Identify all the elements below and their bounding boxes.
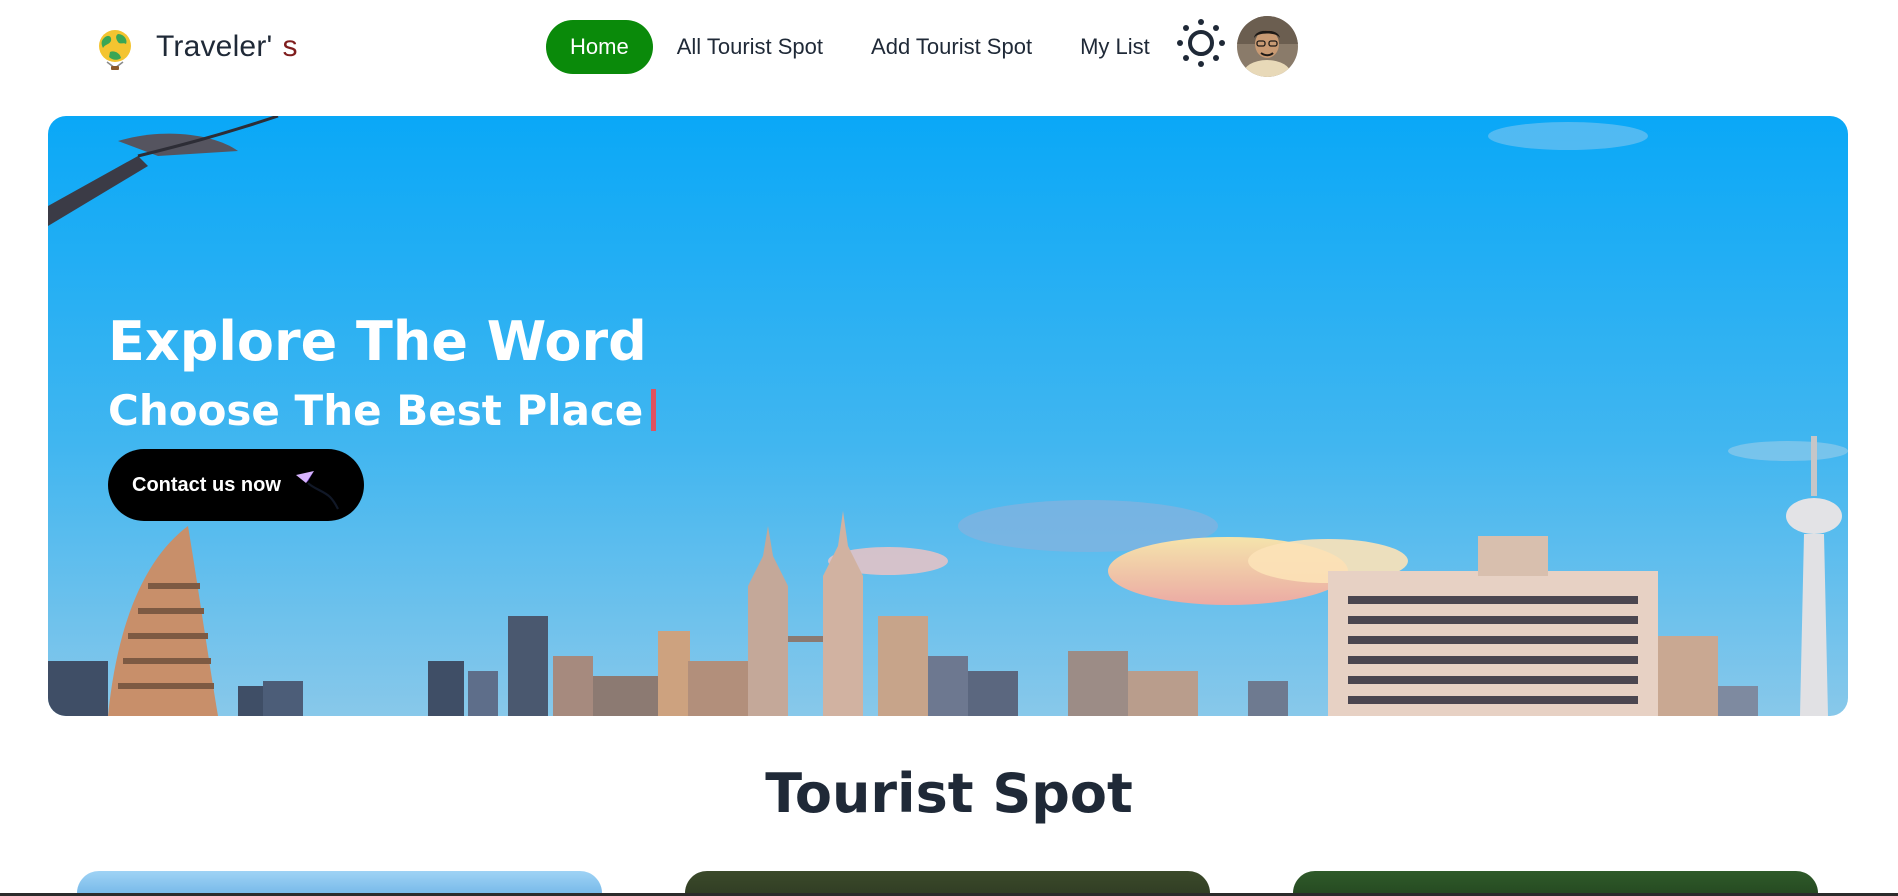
main-nav: Home All Tourist Spot Add Tourist Spot M… xyxy=(546,20,1174,74)
nav-add-tourist-spot[interactable]: Add Tourist Spot xyxy=(847,20,1056,74)
typing-cursor xyxy=(651,389,657,431)
navbar: Traveler' s Home All Tourist Spot Add Tou… xyxy=(0,0,1898,100)
nav-my-list[interactable]: My List xyxy=(1056,20,1174,74)
brand-name[interactable]: Traveler' s xyxy=(156,30,298,64)
hero-title: Explore The Word xyxy=(108,310,647,373)
nav-home[interactable]: Home xyxy=(546,20,653,74)
hero-subtitle-text: Choose The Best Place xyxy=(108,386,644,435)
sun-icon[interactable] xyxy=(1175,17,1227,69)
contact-button[interactable]: Contact us now xyxy=(108,449,364,521)
section-title: Tourist Spot xyxy=(765,762,1133,825)
hero-banner: Explore The Word Choose The Best Place C… xyxy=(48,116,1848,716)
globe-balloon-icon[interactable] xyxy=(96,26,134,70)
brand-main: Traveler' xyxy=(156,30,273,63)
avatar-image xyxy=(1237,16,1298,77)
brand-accent: s xyxy=(282,30,298,63)
contact-button-label: Contact us now xyxy=(132,473,281,496)
user-avatar[interactable] xyxy=(1237,16,1298,77)
hero-subtitle: Choose The Best Place xyxy=(108,386,657,435)
paper-plane-icon xyxy=(296,471,339,510)
nav-all-tourist-spot[interactable]: All Tourist Spot xyxy=(653,20,847,74)
